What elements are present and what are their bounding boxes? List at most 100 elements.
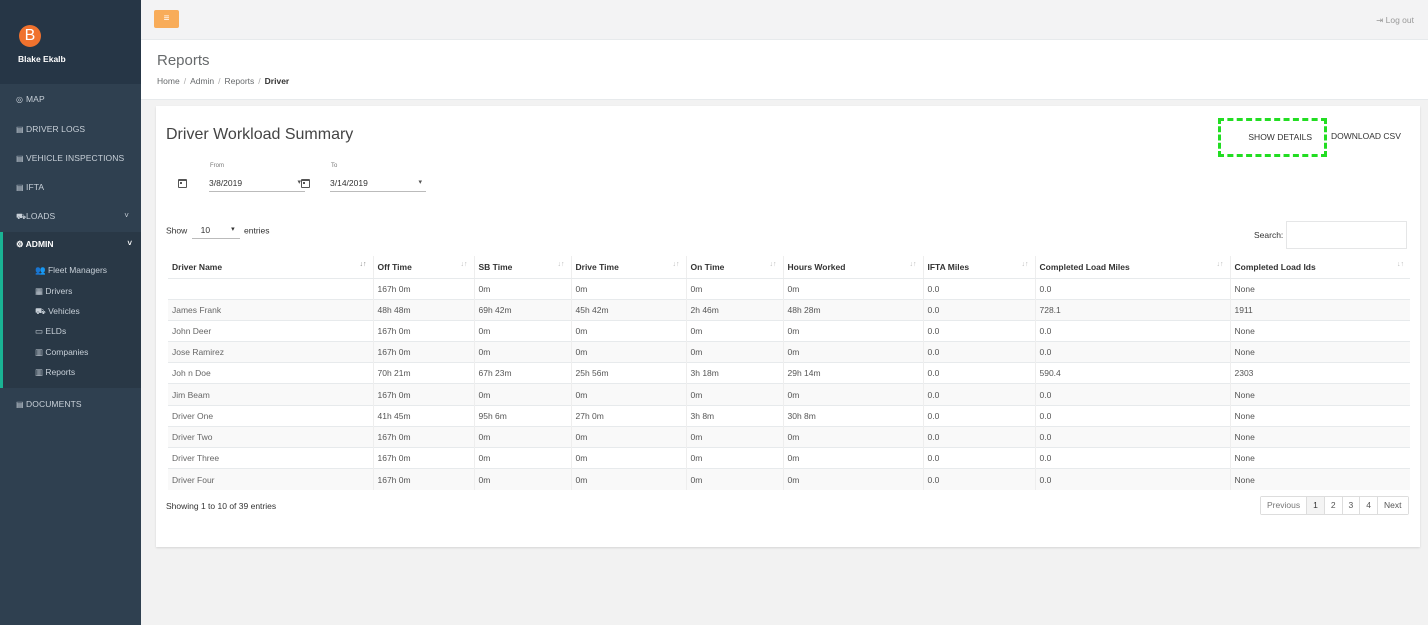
avatar[interactable]: B [19, 25, 41, 47]
laptop-icon: ▭ [35, 326, 44, 336]
table-row[interactable]: Driver Three 167h 0m 0m 0m 0m 0m 0.0 0.0 None [168, 446, 1410, 469]
chevron-down-icon: ▾ [231, 226, 235, 233]
table-header-row: Driver Name ↓↑ Off Time ↓↑ SB Time ↓↑ Drive… [168, 256, 1410, 279]
id-card-icon: ▦ [35, 286, 44, 296]
table-cell: 0m [782, 277, 923, 300]
sidebar-item-loads[interactable]: ⛟LOADS ˅ [0, 207, 141, 225]
table-cell: 0m [685, 425, 783, 448]
sidebar-item-label: ADMIN [25, 239, 54, 249]
sidebar-item-admin[interactable]: ⚙ ADMIN ˅ [16, 234, 141, 254]
table-cell: 0.0 [1034, 383, 1230, 406]
to-date-value: 3/14/2019 [330, 178, 368, 188]
column-header-sb-time[interactable]: SB Time ↓↑ [473, 256, 571, 279]
sidebar-item-vehicles[interactable]: ⛟ Vehicles [35, 303, 80, 319]
table-row[interactable]: Jose Ramirez 167h 0m 0m 0m 0m 0m 0.0 0.0 None [168, 341, 1410, 363]
column-header-label: Driver Name [172, 261, 223, 272]
table-cell: 45h 42m [570, 298, 686, 321]
pagination-page[interactable]: 2 [1323, 497, 1342, 514]
user-name[interactable]: Blake Ekalb [18, 54, 66, 64]
menu-toggle-button[interactable]: ≡ [154, 10, 179, 28]
table-cell: James Frank [168, 298, 373, 321]
column-header-on-time[interactable]: On Time ↓↑ [685, 256, 783, 279]
calendar-icon[interactable] [178, 179, 187, 188]
table-cell: 0m [570, 383, 686, 406]
sidebar-item-map[interactable]: ◎ MAP [0, 90, 141, 108]
show-details-button[interactable]: SHOW DETAILS [1218, 118, 1327, 157]
table-row[interactable]: Joh n Doe 70h 21m 67h 23m 25h 56m 3h 18m 29h … [168, 362, 1410, 384]
table-row[interactable]: John Deer 167h 0m 0m 0m 0m 0m 0.0 0.0 None [168, 319, 1410, 342]
breadcrumb-home[interactable]: Home [157, 76, 180, 86]
sidebar-item-driver-logs[interactable]: ▤ DRIVER LOGS [0, 120, 141, 138]
column-header-completed-load-ids[interactable]: Completed Load Ids ↓↑ [1229, 256, 1410, 279]
column-header-ifta-miles[interactable]: IFTA Miles ↓↑ [922, 256, 1035, 279]
table-cell: 0m [782, 341, 923, 363]
pagination-page[interactable]: 3 [1341, 497, 1360, 514]
table-cell: 0m [473, 341, 571, 363]
sidebar-item-reports[interactable]: ▥ Reports [35, 364, 75, 380]
sidebar-item-documents[interactable]: ▤ DOCUMENTS [0, 395, 141, 413]
table-cell: None [1229, 404, 1410, 427]
pagination-page[interactable]: 4 [1359, 497, 1378, 514]
column-header-hours-worked[interactable]: Hours Worked ↓↑ [782, 256, 923, 279]
table-row[interactable]: Driver Two 167h 0m 0m 0m 0m 0m 0.0 0.0 None [168, 425, 1410, 448]
table-cell: Jim Beam [168, 383, 373, 406]
table-row[interactable]: Driver Four 167h 0m 0m 0m 0m 0m 0.0 0.0 None [168, 468, 1410, 490]
column-header-label: Completed Load Ids [1234, 261, 1316, 272]
table-cell: 3h 8m [685, 404, 783, 427]
breadcrumb-reports[interactable]: Reports [225, 76, 255, 86]
entries-label: entries [244, 225, 270, 236]
table-cell: 0m [570, 468, 686, 490]
pagination-previous[interactable]: Previous [1261, 497, 1307, 514]
sidebar-item-label: Fleet Managers [47, 265, 108, 275]
document-icon: ▤ [16, 154, 24, 163]
table-cell: 0m [473, 383, 571, 406]
search-input[interactable] [1286, 221, 1407, 249]
sidebar-item-fleet-managers[interactable]: 👥 Fleet Managers [35, 262, 107, 278]
column-header-label: Completed Load Miles [1039, 261, 1130, 272]
logout-link[interactable]: ⇥ Log out [1376, 15, 1414, 26]
column-header-off-time[interactable]: Off Time ↓↑ [372, 256, 474, 279]
column-header-completed-load-miles[interactable]: Completed Load Miles ↓↑ [1034, 256, 1230, 279]
search-label: Search: [1254, 230, 1284, 240]
sidebar-item-elds[interactable]: ▭ ELDs [35, 323, 66, 339]
table-row[interactable]: Driver One 41h 45m 95h 6m 27h 0m 3h 8m 30h 8m… [168, 404, 1410, 427]
admin-submenu: ⚙ ADMIN ˅ 👥 Fleet Managers ▦ Drivers ⛟ V… [0, 232, 141, 388]
sidebar-item-drivers[interactable]: ▦ Drivers [35, 283, 72, 299]
column-header-driver-name[interactable]: Driver Name ↓↑ [168, 256, 373, 279]
show-label: Show [166, 225, 188, 236]
pagination-page[interactable]: 1 [1306, 497, 1324, 514]
table-row[interactable]: James Frank 48h 48m 69h 42m 45h 42m 2h 46m 48… [168, 298, 1410, 321]
entries-select[interactable]: 10 ▾ [191, 223, 240, 239]
sidebar-header: B Blake Ekalb [0, 0, 141, 84]
table-cell: 0m [782, 446, 923, 469]
column-header-drive-time[interactable]: Drive Time ↓↑ [570, 256, 686, 279]
table-cell: 0m [473, 319, 571, 342]
sidebar-item-label: Companies [45, 347, 89, 357]
sort-icon: ↓↑ [460, 261, 468, 268]
breadcrumb-admin[interactable]: Admin [190, 76, 214, 86]
table-cell: 0.0 [922, 298, 1035, 321]
column-header-label: Drive Time [575, 261, 619, 272]
sidebar-item-label: DOCUMENTS [26, 399, 82, 409]
sidebar-item-ifta[interactable]: ▤ IFTA [0, 178, 141, 196]
sidebar-item-vehicle-inspections[interactable]: ▤ VEHICLE INSPECTIONS [0, 149, 141, 167]
column-header-label: Off Time [377, 261, 412, 272]
table-cell: 0m [685, 277, 783, 300]
table-cell: 0m [685, 468, 783, 490]
sidebar-item-companies[interactable]: ▥ Companies [35, 344, 88, 360]
table-cell: 95h 6m [473, 404, 571, 427]
sidebar-item-label: ELDs [45, 326, 67, 336]
sidebar-item-label: LOADS [26, 211, 56, 221]
calendar-icon[interactable] [301, 179, 310, 188]
to-date-field[interactable]: 3/14/2019 ▾ [330, 176, 426, 192]
table-cell: 0m [570, 425, 686, 448]
download-csv-button[interactable]: DOWNLOAD CSV [1331, 131, 1401, 141]
sort-icon: ↓↑ [909, 261, 917, 268]
pagination-next[interactable]: Next [1377, 497, 1408, 514]
from-date-field[interactable]: 3/8/2019 ▾ [209, 176, 305, 192]
sidebar-item-label: VEHICLE INSPECTIONS [26, 153, 125, 163]
table-cell: 0m [570, 277, 686, 300]
table-cell: 2h 46m [685, 298, 783, 321]
table-row[interactable]: Jim Beam 167h 0m 0m 0m 0m 0m 0.0 0.0 None [168, 383, 1410, 406]
table-row[interactable]: 167h 0m 0m 0m 0m 0m 0.0 0.0 None [168, 277, 1410, 300]
